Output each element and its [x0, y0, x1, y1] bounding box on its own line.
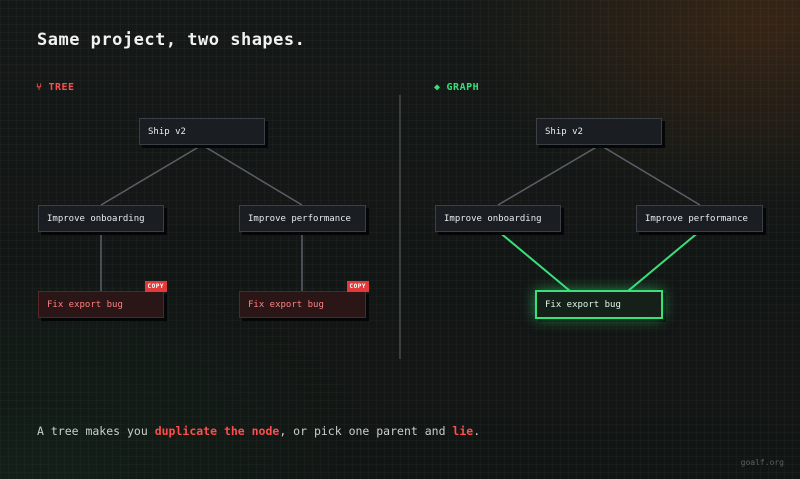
tree-right-node: Improve performance: [239, 205, 366, 232]
caption-part3: .: [473, 424, 481, 438]
copy-badge: COPY: [346, 281, 369, 292]
tree-right-leaf-label: Fix export bug: [248, 299, 324, 310]
copy-badge: COPY: [144, 281, 167, 292]
tree-left-leaf-label: Fix export bug: [47, 299, 123, 310]
graph-right-node: Improve performance: [636, 205, 763, 232]
tree-left-node: Improve onboarding: [38, 205, 164, 232]
caption-highlight1: duplicate the node: [154, 424, 280, 438]
caption-highlight2: lie: [452, 424, 474, 438]
edges-layer: [100, 144, 701, 292]
graph-edge-root-left: [497, 144, 601, 206]
tree-right-leaf-node: Fix export bug COPY: [239, 281, 369, 318]
graph-root-label: Ship v2: [545, 126, 583, 137]
caption-part2: , or pick one parent and: [279, 424, 453, 438]
graph-edge-root-right: [599, 144, 701, 206]
graph-right-label: Improve performance: [645, 213, 748, 224]
graph-left-node: Improve onboarding: [435, 205, 561, 232]
graph-edge-right-leaf: [627, 230, 701, 292]
tree-left-leaf-node: Fix export bug COPY: [38, 281, 167, 318]
tree-right-label: Improve performance: [248, 213, 351, 224]
graph-left-label: Improve onboarding: [444, 213, 542, 224]
graph-shared-leaf-node: Fix export bug: [535, 290, 663, 319]
graph-shared-leaf-label: Fix export bug: [545, 299, 621, 310]
graph-root-node: Ship v2: [536, 118, 662, 145]
watermark: goalf.org: [740, 458, 784, 467]
caption: A tree makes you duplicate the node, or …: [37, 424, 480, 438]
tree-root-label: Ship v2: [148, 126, 186, 137]
tree-root-node: Ship v2: [139, 118, 265, 145]
tree-left-label: Improve onboarding: [47, 213, 145, 224]
caption-part1: A tree makes you: [37, 424, 155, 438]
graph-edge-left-leaf: [497, 230, 571, 292]
tree-edge-root-right: [201, 144, 303, 206]
tree-edge-root-left: [100, 144, 203, 206]
